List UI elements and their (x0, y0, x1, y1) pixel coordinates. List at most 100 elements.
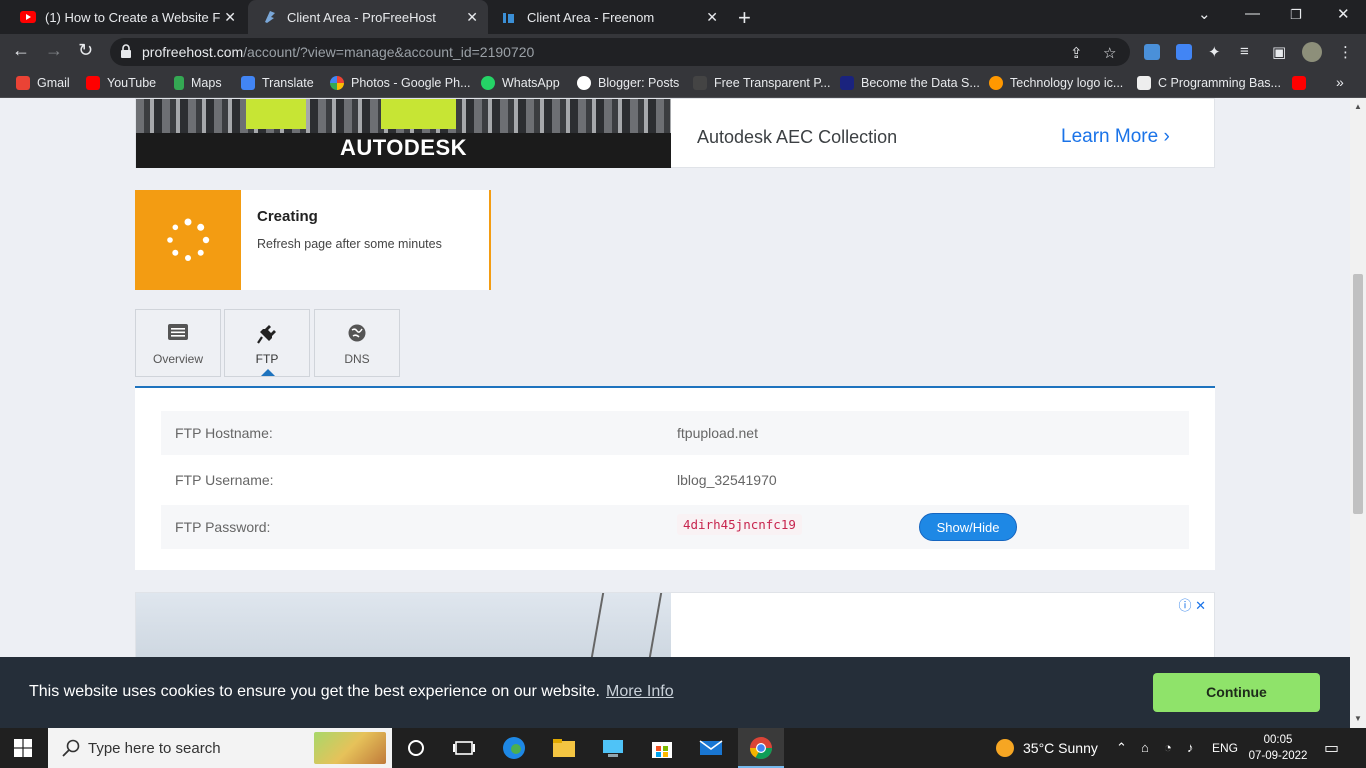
bookmark-label: Maps (191, 76, 222, 90)
bookmark-whatsapp[interactable]: WhatsApp (481, 76, 560, 90)
address-bar[interactable]: profreehost.com/account/?view=manage&acc… (110, 38, 1130, 66)
chevron-down-icon[interactable]: ⌄ (1198, 5, 1211, 23)
store-icon[interactable] (650, 736, 674, 760)
ftp-password-value: 4dirh45jncnfc19 (677, 514, 802, 535)
bookmark-youtube[interactable]: YouTube (86, 76, 156, 90)
minimize-icon[interactable]: — (1245, 5, 1260, 22)
reload-icon[interactable]: ↻ (78, 40, 93, 61)
bookmark-c-programming[interactable]: C Programming Bas... (1137, 76, 1281, 90)
browser-tab-profreehost[interactable]: Client Area - ProFreeHost ✕ (248, 0, 488, 34)
file-explorer-icon[interactable] (552, 736, 576, 760)
status-subtitle: Refresh page after some minutes (257, 237, 442, 251)
ftp-password-label: FTP Password: (175, 519, 271, 535)
windows-start-icon[interactable] (14, 739, 32, 762)
wifi-icon[interactable]: ◔ (1164, 740, 1172, 755)
mail-icon[interactable] (699, 736, 723, 760)
bookmark-label: Translate (262, 76, 314, 90)
ad-banner-top[interactable]: AUTODESK Autodesk AEC Collection Learn M… (135, 98, 1215, 168)
taskbar-clock[interactable]: 00:05 07-09-2022 (1248, 732, 1308, 764)
bookmark-translate[interactable]: Translate (241, 76, 314, 90)
restore-icon[interactable]: ❐ (1290, 7, 1302, 23)
scroll-up-icon[interactable]: ▲ (1354, 102, 1362, 111)
scroll-down-icon[interactable]: ▼ (1354, 714, 1362, 723)
youtube-icon (20, 9, 36, 25)
more-info-link[interactable]: More Info (606, 683, 674, 700)
bookmark-data-science[interactable]: Become the Data S... (840, 76, 980, 90)
browser-tab-freenom[interactable]: Client Area - Freenom ✕ (488, 0, 728, 34)
youtube-icon (86, 76, 100, 90)
bookmark-label: WhatsApp (502, 76, 560, 90)
bookmark-youtube-2[interactable] (1292, 76, 1313, 90)
cortana-icon[interactable] (404, 736, 428, 760)
clock-date: 07-09-2022 (1248, 750, 1308, 762)
clock-time: 00:05 (1263, 734, 1293, 746)
chrome-taskbar-button[interactable] (738, 728, 784, 768)
scrollbar-thumb[interactable] (1353, 274, 1363, 514)
bookmarks-bar: Gmail YouTube Maps Translate Photos - Go… (0, 70, 1366, 98)
chevron-up-icon[interactable]: ⌃ (1116, 740, 1127, 756)
globe-icon (315, 324, 399, 344)
ftp-hostname-row: FTP Hostname: ftpupload.net (161, 411, 1189, 455)
share-icon[interactable]: ⇪ (1070, 44, 1083, 62)
adchoices-icon[interactable]: ⓘ ✕ (1178, 595, 1206, 614)
show-hide-password-button[interactable]: Show/Hide (919, 513, 1017, 541)
browser-tab-strip: (1) How to Create a Website For I ✕ Clie… (0, 0, 1366, 34)
this-pc-icon[interactable] (601, 736, 625, 760)
taskbar-search-box[interactable]: Type here to search (48, 728, 392, 768)
status-icon-box (135, 190, 241, 290)
ad-learn-more-link[interactable]: Learn More › (1061, 126, 1170, 148)
menu-dots-icon[interactable]: ⋮ (1338, 43, 1353, 61)
bookmark-blogger[interactable]: Blogger: Posts (577, 76, 679, 90)
tab-title: Client Area - ProFreeHost (287, 9, 436, 25)
close-icon[interactable]: ✕ (224, 9, 236, 26)
sidepanel-icon[interactable]: ▣ (1272, 43, 1286, 61)
translate-extension-icon[interactable] (1176, 44, 1192, 60)
star-icon[interactable]: ☆ (1103, 44, 1116, 62)
task-view-icon[interactable] (452, 736, 476, 760)
bookmark-label: Blogger: Posts (598, 76, 680, 90)
active-tab-indicator (261, 369, 275, 376)
page-scrollbar[interactable]: ▲ ▼ (1350, 98, 1366, 728)
avatar[interactable] (1302, 42, 1322, 62)
language-indicator[interactable]: ENG (1212, 741, 1238, 755)
close-icon[interactable]: ✕ (466, 9, 478, 26)
bookmark-gmail[interactable]: Gmail (16, 76, 70, 90)
close-icon[interactable]: ✕ (706, 9, 718, 26)
bookmark-photos[interactable]: Photos - Google Ph... (330, 76, 471, 90)
extension-icon[interactable] (1144, 44, 1160, 60)
bookmark-label: Become the Data S... (861, 76, 980, 90)
tab-dns[interactable]: DNS (314, 309, 400, 377)
tab-title: Client Area - Freenom (527, 9, 655, 25)
puzzle-icon[interactable]: ✦ (1208, 43, 1221, 61)
ftp-username-value: lblog_32541970 (677, 472, 777, 488)
media-icon[interactable]: ≡ (1240, 43, 1249, 60)
cookie-text: This website uses cookies to ensure you … (29, 683, 600, 700)
w3-icon (1137, 76, 1151, 90)
bookmark-technology-logo[interactable]: Technology logo ic... (989, 76, 1123, 90)
lock-icon (120, 44, 132, 63)
ftp-username-label: FTP Username: (175, 472, 274, 488)
volume-icon[interactable]: ♪ (1187, 740, 1194, 755)
weather-icon[interactable] (995, 738, 1015, 761)
weather-text[interactable]: 35°C Sunny (1023, 740, 1098, 756)
ftp-hostname-value: ftpupload.net (677, 425, 758, 441)
tab-ftp[interactable]: FTP (224, 309, 310, 377)
bookmark-maps[interactable]: Maps (174, 76, 222, 90)
bookmark-free-transparent[interactable]: Free Transparent P... (693, 76, 831, 90)
meet-now-icon[interactable]: ⌂ (1141, 740, 1149, 755)
tab-label: Overview (152, 352, 203, 366)
edge-icon[interactable] (502, 736, 526, 760)
ftp-details-panel: FTP Hostname: ftpupload.net FTP Username… (135, 386, 1215, 570)
back-arrow-icon[interactable]: ← (12, 40, 30, 61)
notifications-icon[interactable]: ▭ (1324, 738, 1339, 758)
cookie-continue-button[interactable]: Continue (1153, 673, 1320, 712)
forward-arrow-icon[interactable]: → (45, 40, 63, 61)
new-tab-icon[interactable]: + (738, 5, 751, 31)
profreehost-icon (262, 9, 278, 25)
youtube-icon (1292, 76, 1306, 90)
spinner-icon (167, 218, 210, 261)
browser-tab-youtube[interactable]: (1) How to Create a Website For I ✕ (6, 0, 246, 34)
tab-overview[interactable]: Overview (135, 309, 221, 377)
bookmarks-overflow-icon[interactable]: » (1336, 74, 1344, 90)
window-close-icon[interactable]: ✕ (1337, 5, 1350, 23)
